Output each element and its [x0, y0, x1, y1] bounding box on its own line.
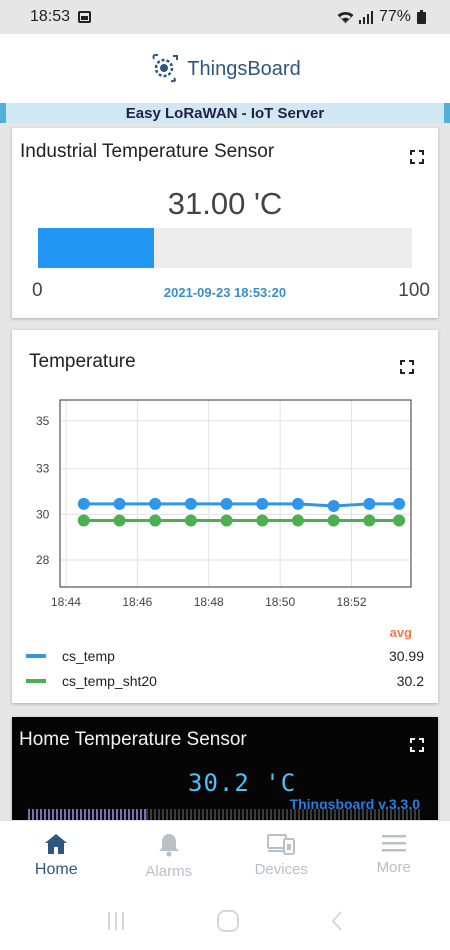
data-point: [291, 514, 304, 527]
nav-devices[interactable]: Devices: [225, 821, 338, 892]
plot-area: [59, 399, 412, 588]
data-point: [291, 497, 304, 510]
progress-fill: [38, 228, 154, 268]
data-point: [113, 514, 126, 527]
data-point: [393, 497, 406, 510]
system-navigation-bar: [0, 892, 450, 950]
data-point: [149, 514, 162, 527]
card-title: Industrial Temperature Sensor: [20, 141, 275, 162]
fullscreen-icon[interactable]: [410, 150, 424, 164]
app-header: ThingsBoard: [0, 34, 450, 104]
home-circle-icon[interactable]: [216, 909, 240, 933]
y-tick-label: 28: [36, 553, 50, 567]
nav-label: Devices: [254, 861, 308, 878]
temperature-value: 31.00 'C: [167, 186, 283, 221]
legend-series-avg: 30.2: [396, 673, 424, 689]
thingsboard-logo-icon: [149, 51, 181, 88]
x-tick-label: 18:48: [194, 595, 224, 609]
temperature-line-chart: 35 33 30 28 18:44 18:46 18:48 18:50 18:52: [36, 399, 412, 609]
temperature-progress-bar: [38, 228, 412, 268]
legend-swatch: [26, 654, 46, 658]
data-point: [220, 514, 233, 527]
legend-series-name: cs_temp: [62, 648, 115, 664]
legend-series-avg: 30.99: [388, 648, 424, 664]
brand-name: ThingsBoard: [187, 57, 301, 80]
y-tick-label: 30: [36, 507, 50, 521]
progress-max-label: 100: [398, 280, 430, 301]
fullscreen-icon[interactable]: [410, 738, 424, 752]
timestamp: 2021-09-23 18:53:20: [163, 285, 287, 300]
x-tick-label: 18:46: [122, 595, 152, 609]
data-point: [256, 497, 269, 510]
menu-icon: [381, 835, 406, 852]
lcd-temperature-value: 30.2 'C: [188, 769, 297, 797]
temperature-chart-card: Temperature 35 33 30 28 18:44 18:46 18:48 18:50…: [12, 330, 438, 703]
data-point: [113, 497, 126, 510]
wifi-icon: [337, 11, 354, 24]
image-icon: [78, 11, 92, 23]
dashboard-title-bar: Easy LoRaWAN - IoT Server: [0, 103, 450, 123]
nav-label: Home: [34, 861, 78, 878]
data-point: [220, 497, 233, 510]
legend-swatch: [26, 679, 46, 683]
data-point: [77, 497, 90, 510]
data-point: [327, 514, 340, 527]
fullscreen-icon[interactable]: [400, 360, 414, 374]
home-icon: [45, 834, 68, 854]
data-point: [77, 514, 90, 527]
legend-item-cs-temp[interactable]: cs_temp 30.99: [26, 645, 424, 667]
recent-apps-icon[interactable]: [105, 910, 127, 932]
home-sensor-card: Home Temperature Sensor 30.2 'C Thingsbo…: [12, 717, 438, 837]
back-icon[interactable]: [329, 910, 345, 932]
legend-avg-header: avg: [389, 625, 412, 640]
signal-icon: [358, 10, 373, 24]
x-tick-label: 18:52: [336, 595, 366, 609]
y-tick-label: 35: [36, 414, 50, 428]
legend-item-cs-temp-sht20[interactable]: cs_temp_sht20 30.2: [26, 670, 424, 692]
x-tick-label: 18:50: [265, 595, 295, 609]
data-point: [184, 514, 197, 527]
data-point: [363, 497, 376, 510]
nav-more[interactable]: More: [338, 821, 450, 892]
data-point: [184, 497, 197, 510]
bottom-navigation: Home Alarms Devices More: [0, 820, 450, 892]
dashboard-title: Easy LoRaWAN - IoT Server: [6, 103, 444, 123]
nav-alarms[interactable]: Alarms: [113, 821, 226, 892]
battery-percent: 77%: [378, 8, 411, 25]
nav-label: More: [376, 859, 411, 876]
data-point: [149, 497, 162, 510]
data-point: [256, 514, 269, 527]
data-point: [393, 514, 406, 527]
y-tick-label: 33: [36, 462, 50, 476]
industrial-sensor-card: Industrial Temperature Sensor 31.00 'C 0…: [12, 128, 438, 318]
card-title: Temperature: [29, 351, 136, 372]
bell-icon: [158, 834, 179, 857]
card-title: Home Temperature Sensor: [19, 729, 247, 750]
data-point: [327, 499, 340, 512]
battery-icon: [417, 10, 426, 24]
legend-series-name: cs_temp_sht20: [62, 673, 157, 689]
nav-home[interactable]: Home: [0, 821, 113, 892]
data-point: [363, 514, 376, 527]
status-bar: 18:53 77%: [0, 0, 450, 34]
x-tick-label: 18:44: [51, 595, 81, 609]
nav-label: Alarms: [145, 863, 193, 880]
devices-icon: [267, 834, 296, 855]
status-time: 18:53: [30, 8, 71, 25]
